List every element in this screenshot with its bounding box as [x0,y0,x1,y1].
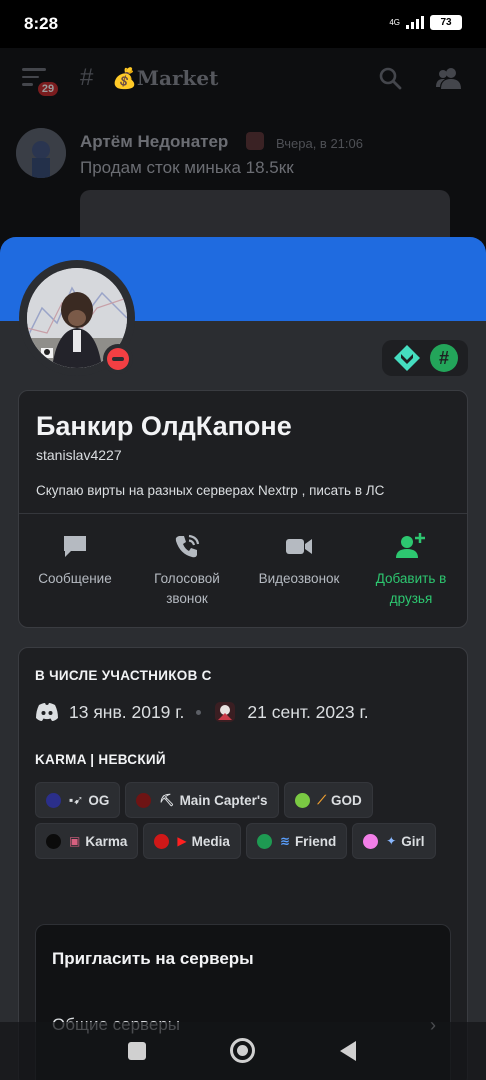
role-og[interactable]: ▪➹ OG [35,782,121,818]
role-emoji-icon: ✦ [386,834,397,848]
role-emoji-icon: ▶ [177,834,187,848]
role-color-dot [294,792,310,808]
chat-bubble-icon [64,536,86,557]
roles-title: KARMA | НЕВСКИЙ [35,752,166,767]
profile-actions: Сообщение Голосовой звонок Видеозвонок Д… [19,531,467,609]
role-god[interactable]: ⟋ GOD [283,782,373,818]
message-button-label: Сообщение [38,571,112,586]
member-card: В ЧИСЛЕ УЧАСТНИКОВ С 13 янв. 2019 г. 21 … [18,647,468,1080]
role-name: Friend [294,833,337,849]
back-button[interactable] [340,1041,356,1061]
role-friend[interactable]: ≋ Friend [245,823,348,859]
message-button[interactable]: Сообщение [19,531,131,609]
profile-sheet: # Банкир ОлдКапоне stanislav4227 Скупаю … [0,237,486,1080]
phone-call-icon [175,534,200,558]
roles-list: ▪➹ OG ⛏ Main Capter's ⟋ GOD ▣ Karma ▶ Me… [35,782,455,859]
member-since-dates: 13 янв. 2019 г. 21 сент. 2023 г. [35,700,369,724]
add-friend-button-label: Добавить в друзья [375,571,447,606]
voice-call-button-label: Голосовой звонок [154,571,220,606]
role-name: Girl [401,833,425,849]
unread-badge: 29 [36,80,60,98]
system-nav-bar [0,1022,486,1080]
video-call-button[interactable]: Видеозвонок [243,531,355,609]
video-camera-icon [286,539,312,554]
recents-button[interactable] [128,1042,146,1060]
role-emoji-icon: ⟋ [317,792,326,807]
role-color-dot [154,833,170,849]
role-girl[interactable]: ✦ Girl [352,823,436,859]
avatar-container[interactable] [19,260,135,376]
role-icon [246,132,264,150]
role-name: Main Capter's [179,792,268,808]
role-media[interactable]: ▶ Media [143,823,241,859]
status-icons: 4G 73 [389,15,462,30]
display-name: Банкир ОлдКапоне [36,411,292,441]
username[interactable]: stanislav4227 [36,447,122,463]
role-color-dot [46,833,61,849]
message-timestamp: Вчера, в 21:06 [276,136,363,151]
bio: Скупаю вирты на разных серверах Nextrp ,… [36,483,385,498]
channel-header: 29 # 💰Market [0,56,486,102]
signal-icon [406,16,424,29]
discord-logo-icon [36,703,58,721]
server-join-date: 21 сент. 2023 г. [247,701,369,722]
profile-badges: # [382,340,468,376]
channel-hash-icon: # [80,64,94,91]
message-author-avatar[interactable] [16,128,66,178]
profile-card: Банкир ОлдКапоне stanislav4227 Скупаю ви… [18,390,468,628]
invite-to-servers-button[interactable]: Пригласить на серверы [52,949,254,969]
message-text: Продам сток минька 18.5кк [80,158,294,177]
member-since-title: В ЧИСЛЕ УЧАСТНИКОВ С [35,668,212,683]
role-color-dot [363,833,379,849]
video-call-button-label: Видеозвонок [258,571,340,586]
add-friend-button[interactable]: Добавить в друзья [355,531,467,609]
role-name: Karma [85,833,128,849]
add-friend-icon [396,533,425,558]
role-color-dot [256,833,272,849]
battery-icon: 73 [430,15,462,30]
home-button[interactable] [230,1038,255,1063]
active-developer-icon[interactable]: # [429,343,459,373]
role-color-dot [46,792,61,808]
role-emoji-icon: ▪➹ [69,793,84,807]
status-bar: 8:28 4G 73 [0,0,486,48]
role-karma[interactable]: ▣ Karma [35,823,139,859]
message-author[interactable]: Артём Недонатер [80,132,228,152]
separator-dot [196,709,202,715]
clock: 8:28 [24,14,59,33]
channel-name[interactable]: 💰Market [112,66,218,90]
svg-text:#: # [438,348,448,368]
network-type: 4G [389,17,400,27]
status-dnd-icon [103,344,133,374]
role-main-capters[interactable]: ⛏ Main Capter's [125,782,279,818]
members-icon[interactable] [436,66,462,90]
discord-join-date: 13 янв. 2019 г. [69,701,185,722]
role-emoji-icon: ▣ [69,834,81,848]
role-emoji-icon: ⛏ [159,793,175,807]
role-name: GOD [330,792,362,808]
search-icon[interactable] [378,66,402,90]
server-icon [215,702,236,722]
role-name: Media [191,833,230,849]
role-emoji-icon: ≋ [279,834,290,848]
role-color-dot [136,792,152,808]
role-name: OG [88,792,110,808]
voice-call-button[interactable]: Голосовой звонок [131,531,243,609]
hypesquad-balance-icon[interactable] [392,343,422,373]
background-chat: 29 # 💰Market Артём Недонатер Вчера, в 21… [0,48,486,250]
divider [19,513,467,514]
